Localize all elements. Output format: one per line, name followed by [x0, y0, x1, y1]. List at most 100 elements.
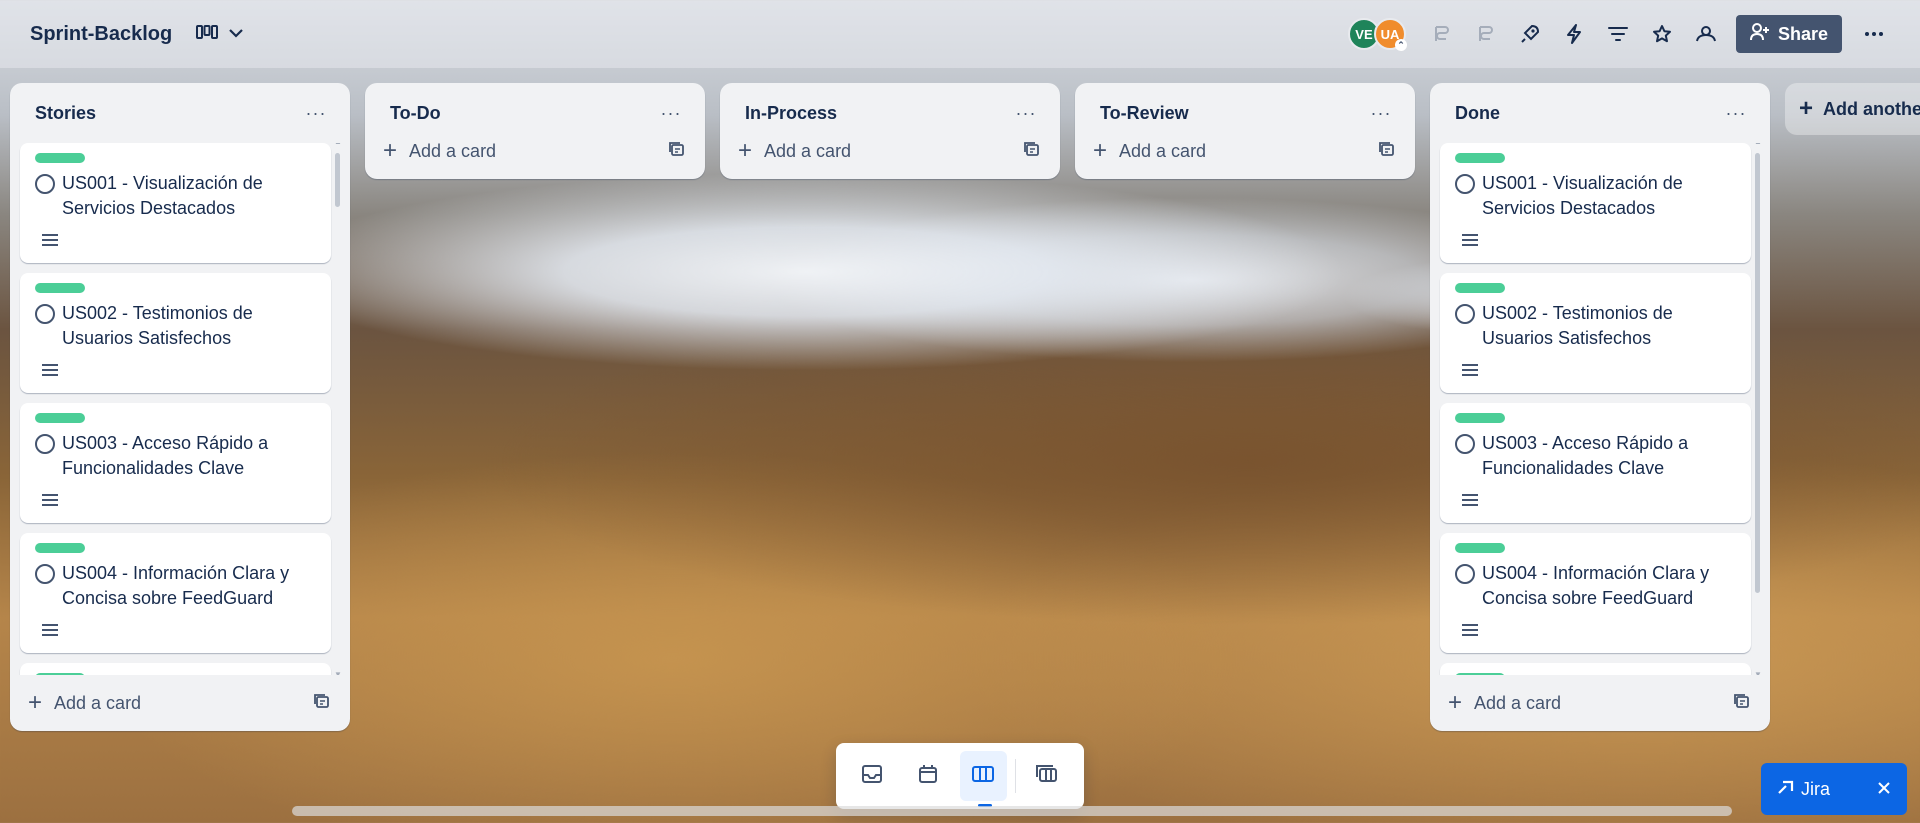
add-card-button[interactable]: + Add a card — [738, 139, 851, 163]
automation-icon[interactable] — [1552, 16, 1596, 52]
card[interactable]: US004 - Información Clara y Concisa sobr… — [20, 533, 331, 653]
create-from-template-icon[interactable] — [1024, 141, 1040, 162]
card-label[interactable] — [35, 153, 85, 163]
calendar-icon — [918, 764, 938, 789]
complete-checkbox[interactable] — [1455, 304, 1475, 324]
list-menu-icon[interactable]: ··· — [1724, 103, 1748, 124]
card-label[interactable] — [35, 413, 85, 423]
description-icon — [42, 624, 58, 639]
list-title[interactable]: To-Do — [390, 103, 441, 124]
divider — [1015, 759, 1017, 793]
list-menu-icon[interactable]: ··· — [1369, 103, 1393, 124]
list-menu-icon[interactable]: ··· — [659, 103, 683, 124]
switch-boards-button[interactable] — [1024, 751, 1072, 801]
card-title: US004 - Información Clara y Concisa sobr… — [1482, 563, 1710, 608]
scroll-up-icon[interactable]: ▲ — [334, 143, 342, 146]
scrollbar-thumb[interactable] — [1755, 153, 1760, 593]
share-button[interactable]: Share — [1735, 15, 1842, 53]
description-icon — [42, 234, 58, 249]
add-card-button[interactable]: + Add a card — [28, 691, 141, 715]
card-title: US001 - Visualización de Servicios Desta… — [1482, 173, 1683, 218]
card[interactable]: US003 - Acceso Rápido a Funcionalidades … — [1440, 403, 1751, 523]
inbox-icon — [861, 764, 883, 789]
list-title[interactable]: Done — [1455, 103, 1500, 124]
board-icon — [972, 765, 995, 788]
jira-panel-button[interactable]: Jira — [1761, 763, 1907, 815]
create-from-template-icon[interactable] — [669, 141, 685, 162]
power-up-icon[interactable] — [1420, 16, 1464, 52]
avatar[interactable]: UA ⌃ — [1373, 18, 1407, 51]
add-another-list-button[interactable]: + Add another list — [1785, 83, 1920, 135]
visibility-icon[interactable] — [1684, 16, 1728, 52]
card[interactable]: US002 - Testimonios de Usuarios Satisfec… — [1440, 273, 1751, 393]
filter-icon[interactable] — [1596, 16, 1640, 52]
list-title[interactable]: In-Process — [745, 103, 837, 124]
list-to-review: To-Review ··· + Add a card — [1075, 83, 1415, 179]
card[interactable]: US001 - Visualización de Servicios Desta… — [1440, 143, 1751, 263]
scrollbar-thumb[interactable] — [335, 153, 340, 207]
card[interactable] — [1440, 663, 1751, 675]
complete-checkbox[interactable] — [1455, 564, 1475, 584]
board-title[interactable]: Sprint-Backlog — [30, 23, 172, 46]
complete-checkbox[interactable] — [1455, 434, 1475, 454]
add-card-row: + Add a card — [1075, 123, 1415, 179]
complete-checkbox[interactable] — [35, 174, 55, 194]
plus-icon: + — [1448, 689, 1463, 716]
card-label[interactable] — [1455, 283, 1505, 293]
inbox-button[interactable] — [848, 751, 896, 801]
card-label[interactable] — [1455, 153, 1505, 163]
list-title[interactable]: To-Review — [1100, 103, 1189, 124]
list-menu-icon[interactable]: ··· — [304, 103, 328, 124]
scroll-up-icon[interactable]: ▲ — [1754, 143, 1762, 146]
add-card-row: + Add a card — [10, 675, 350, 731]
complete-checkbox[interactable] — [35, 564, 55, 584]
card-label[interactable] — [1455, 673, 1505, 675]
card[interactable]: US004 - Información Clara y Concisa sobr… — [1440, 533, 1751, 653]
card[interactable]: US002 - Testimonios de Usuarios Satisfec… — [20, 273, 331, 393]
horizontal-scrollbar[interactable] — [292, 806, 1732, 816]
switch-boards-icon — [1036, 764, 1060, 789]
card-label[interactable] — [1455, 543, 1505, 553]
description-icon — [1462, 494, 1478, 509]
list-title[interactable]: Stories — [35, 103, 96, 124]
list-menu-icon[interactable]: ··· — [1014, 103, 1038, 124]
scroll-down-icon[interactable]: ▼ — [1754, 670, 1762, 675]
board-view-switcher[interactable] — [196, 24, 244, 45]
card-label[interactable] — [1455, 413, 1505, 423]
board-button[interactable] — [959, 751, 1008, 807]
complete-checkbox[interactable] — [35, 434, 55, 454]
list-scrollbar[interactable]: ▲ ▼ — [1754, 143, 1762, 675]
card-label[interactable] — [35, 283, 85, 293]
list-in-process: In-Process ··· + Add a card — [720, 83, 1060, 179]
add-card-row: + Add a card — [1430, 675, 1770, 731]
list-done: Done ··· US001 - Visualización de Servic… — [1430, 83, 1770, 731]
scroll-down-icon[interactable]: ▼ — [334, 670, 342, 675]
card-title: US002 - Testimonios de Usuarios Satisfec… — [62, 303, 253, 348]
admin-badge-icon: ⌃ — [1394, 39, 1407, 51]
rocket-icon[interactable] — [1508, 16, 1552, 52]
complete-checkbox[interactable] — [35, 304, 55, 324]
create-from-template-icon[interactable] — [1379, 141, 1395, 162]
description-icon — [42, 494, 58, 509]
card[interactable]: US001 - Visualización de Servicios Desta… — [20, 143, 331, 263]
planner-button[interactable] — [904, 751, 952, 801]
list-scrollbar[interactable]: ▲ ▼ — [334, 143, 342, 675]
card[interactable]: US003 - Acceso Rápido a Funcionalidades … — [20, 403, 331, 523]
card[interactable] — [20, 663, 331, 675]
add-card-button[interactable]: + Add a card — [383, 139, 496, 163]
complete-checkbox[interactable] — [1455, 174, 1475, 194]
add-card-button[interactable]: + Add a card — [1093, 139, 1206, 163]
card-title: US004 - Información Clara y Concisa sobr… — [62, 563, 290, 608]
card-label[interactable] — [35, 673, 85, 675]
power-up-icon[interactable] — [1464, 16, 1508, 52]
card-title: US001 - Visualización de Servicios Desta… — [62, 173, 263, 218]
star-icon[interactable] — [1640, 16, 1684, 52]
more-icon[interactable] — [1852, 16, 1896, 52]
close-icon[interactable] — [1877, 779, 1891, 800]
add-card-row: + Add a card — [365, 123, 705, 179]
add-card-button[interactable]: + Add a card — [1448, 691, 1561, 715]
create-from-template-icon[interactable] — [314, 693, 330, 714]
card-label[interactable] — [35, 543, 85, 553]
plus-icon: + — [383, 137, 398, 164]
create-from-template-icon[interactable] — [1734, 693, 1750, 714]
